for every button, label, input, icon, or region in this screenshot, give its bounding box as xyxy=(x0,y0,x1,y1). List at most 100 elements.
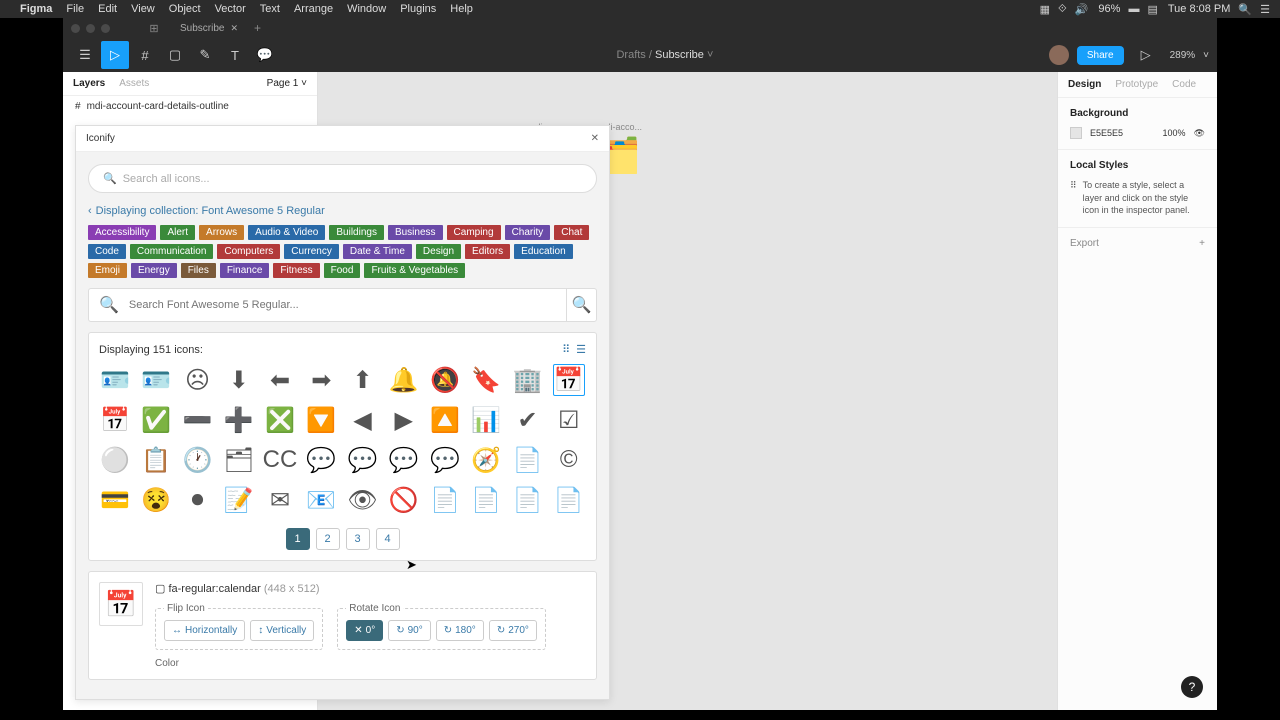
add-export-button[interactable]: + xyxy=(1199,238,1205,249)
icon-grid-cell[interactable]: 🪪 xyxy=(140,364,172,396)
text-tool-icon[interactable]: T xyxy=(221,41,249,69)
category-tag[interactable]: Business xyxy=(388,225,443,240)
flip-horizontal-button[interactable]: ↔ Horizontally xyxy=(164,620,245,641)
menu-object[interactable]: Object xyxy=(169,3,201,15)
icon-grid-cell[interactable]: ⚪ xyxy=(99,444,131,476)
icon-grid-cell[interactable]: 😵 xyxy=(140,484,172,516)
icon-grid-cell[interactable]: ✉ xyxy=(264,484,296,516)
category-tag[interactable]: Audio & Video xyxy=(248,225,325,240)
tab-layers[interactable]: Layers xyxy=(73,78,105,89)
menu-file[interactable]: File xyxy=(66,3,84,15)
category-tag[interactable]: Code xyxy=(88,244,126,259)
back-icon[interactable]: ‹ xyxy=(88,205,92,217)
bg-opacity[interactable]: 100% xyxy=(1163,128,1186,138)
plugin-close-icon[interactable]: ✕ xyxy=(591,133,599,144)
category-tag[interactable]: Editors xyxy=(465,244,510,259)
hamburger-menu-icon[interactable]: ☰ xyxy=(71,41,99,69)
icon-grid-cell[interactable]: 💬 xyxy=(305,444,337,476)
icon-grid-cell[interactable]: 🧭 xyxy=(470,444,502,476)
layer-row[interactable]: # mdi-account-card-details-outline xyxy=(63,96,317,117)
category-tag[interactable]: Education xyxy=(514,244,572,259)
icon-grid-cell[interactable]: 💬 xyxy=(347,444,379,476)
search-all-input[interactable]: 🔍 Search all icons... xyxy=(88,164,597,193)
icon-grid-cell[interactable]: 💳 xyxy=(99,484,131,516)
clock[interactable]: Tue 8:08 PM xyxy=(1168,3,1231,15)
icon-grid-cell[interactable]: ▶ xyxy=(388,404,420,436)
rotate-270-button[interactable]: ↻ 270° xyxy=(489,620,537,641)
icon-grid-cell[interactable]: ☑ xyxy=(553,404,585,436)
rotate-0-button[interactable]: ✕ 0° xyxy=(346,620,383,641)
icon-grid-cell[interactable]: 🔕 xyxy=(429,364,461,396)
icon-grid-cell[interactable]: © xyxy=(553,444,585,476)
document-tab[interactable]: Subscribe ✕ xyxy=(170,20,248,37)
minimize-window-icon[interactable] xyxy=(86,24,95,33)
category-tag[interactable]: Arrows xyxy=(199,225,244,240)
icon-grid-cell[interactable]: ✅ xyxy=(140,404,172,436)
rotate-180-button[interactable]: ↻ 180° xyxy=(436,620,484,641)
icon-grid-cell[interactable]: 📄 xyxy=(429,484,461,516)
icon-grid-cell[interactable]: 📋 xyxy=(140,444,172,476)
help-button[interactable]: ? xyxy=(1181,676,1203,698)
spotlight-icon[interactable]: 🔍 xyxy=(1238,3,1252,16)
share-button[interactable]: Share xyxy=(1077,46,1124,65)
icon-grid-cell[interactable]: 🔖 xyxy=(470,364,502,396)
category-tag[interactable]: Finance xyxy=(220,263,270,278)
icon-grid-cell[interactable]: ➕ xyxy=(223,404,255,436)
collection-label[interactable]: Displaying collection: Font Awesome 5 Re… xyxy=(96,205,325,217)
wifi-icon[interactable]: ⟐ xyxy=(1058,3,1067,16)
icon-grid-cell[interactable]: 🗂 xyxy=(223,444,255,476)
tab-close-icon[interactable]: ✕ xyxy=(230,23,238,34)
present-icon[interactable]: ▷ xyxy=(1132,41,1160,69)
shape-tool-icon[interactable]: ▢ xyxy=(161,41,189,69)
category-tag[interactable]: Accessibility xyxy=(88,225,156,240)
category-tag[interactable]: Energy xyxy=(131,263,177,278)
menu-arrange[interactable]: Arrange xyxy=(294,3,333,15)
search-button[interactable]: 🔍 xyxy=(566,289,596,321)
icon-grid-cell[interactable]: 📊 xyxy=(470,404,502,436)
icon-grid-cell[interactable]: ➡ xyxy=(305,364,337,396)
category-tag[interactable]: Buildings xyxy=(329,225,384,240)
menu-edit[interactable]: Edit xyxy=(98,3,117,15)
category-tag[interactable]: Fruits & Vegetables xyxy=(364,263,465,278)
icon-grid-cell[interactable]: 📝 xyxy=(223,484,255,516)
move-tool-icon[interactable]: ▷ xyxy=(101,41,129,69)
icon-grid-cell[interactable]: CC xyxy=(264,444,296,476)
icon-grid-cell[interactable]: 📧 xyxy=(305,484,337,516)
flag-icon[interactable]: ▤ xyxy=(1147,3,1157,16)
category-tag[interactable]: Computers xyxy=(217,244,280,259)
icon-grid-cell[interactable]: 📄 xyxy=(512,484,544,516)
frame-tool-icon[interactable]: # xyxy=(131,41,159,69)
zoom-level[interactable]: 289% xyxy=(1170,50,1196,61)
list-view-icon[interactable]: ☰ xyxy=(576,343,586,356)
rotate-90-button[interactable]: ↻ 90° xyxy=(388,620,431,641)
category-tag[interactable]: Charity xyxy=(505,225,551,240)
zoom-chevron-icon[interactable]: ˅ xyxy=(1203,50,1209,61)
icon-grid-cell[interactable]: 🪪 xyxy=(99,364,131,396)
icon-grid-cell[interactable]: 💬 xyxy=(388,444,420,476)
category-tag[interactable]: Currency xyxy=(284,244,339,259)
category-tag[interactable]: Fitness xyxy=(273,263,319,278)
search-collection-input[interactable]: 🔍 🔍 xyxy=(88,288,597,322)
icon-grid-cell[interactable]: 🔔 xyxy=(388,364,420,396)
icon-grid-cell[interactable]: 📄 xyxy=(512,444,544,476)
icon-grid-cell[interactable]: 📄 xyxy=(553,484,585,516)
menu-help[interactable]: Help xyxy=(450,3,473,15)
icon-grid-cell[interactable]: 📅 xyxy=(99,404,131,436)
menu-window[interactable]: Window xyxy=(347,3,386,15)
menu-app[interactable]: Figma xyxy=(20,3,52,15)
icon-grid-cell[interactable]: 👁 xyxy=(347,484,379,516)
menu-text[interactable]: Text xyxy=(260,3,280,15)
tab-prototype[interactable]: Prototype xyxy=(1115,79,1158,90)
page-selector[interactable]: Page 1 ˅ xyxy=(267,78,307,89)
search-collection-field[interactable] xyxy=(119,291,566,319)
icon-grid-cell[interactable]: 📄 xyxy=(470,484,502,516)
icon-grid-cell[interactable]: ⬇ xyxy=(223,364,255,396)
category-tag[interactable]: Camping xyxy=(447,225,501,240)
bg-hex[interactable]: E5E5E5 xyxy=(1090,128,1123,138)
menu-icon[interactable]: ☰ xyxy=(1260,3,1270,16)
icon-grid-cell[interactable]: 🕐 xyxy=(182,444,214,476)
new-tab-button[interactable]: + xyxy=(254,21,261,35)
icon-grid-cell[interactable]: ❎ xyxy=(264,404,296,436)
icon-grid-cell[interactable]: ⏺ xyxy=(182,484,214,516)
icon-grid-cell[interactable]: ➖ xyxy=(182,404,214,436)
